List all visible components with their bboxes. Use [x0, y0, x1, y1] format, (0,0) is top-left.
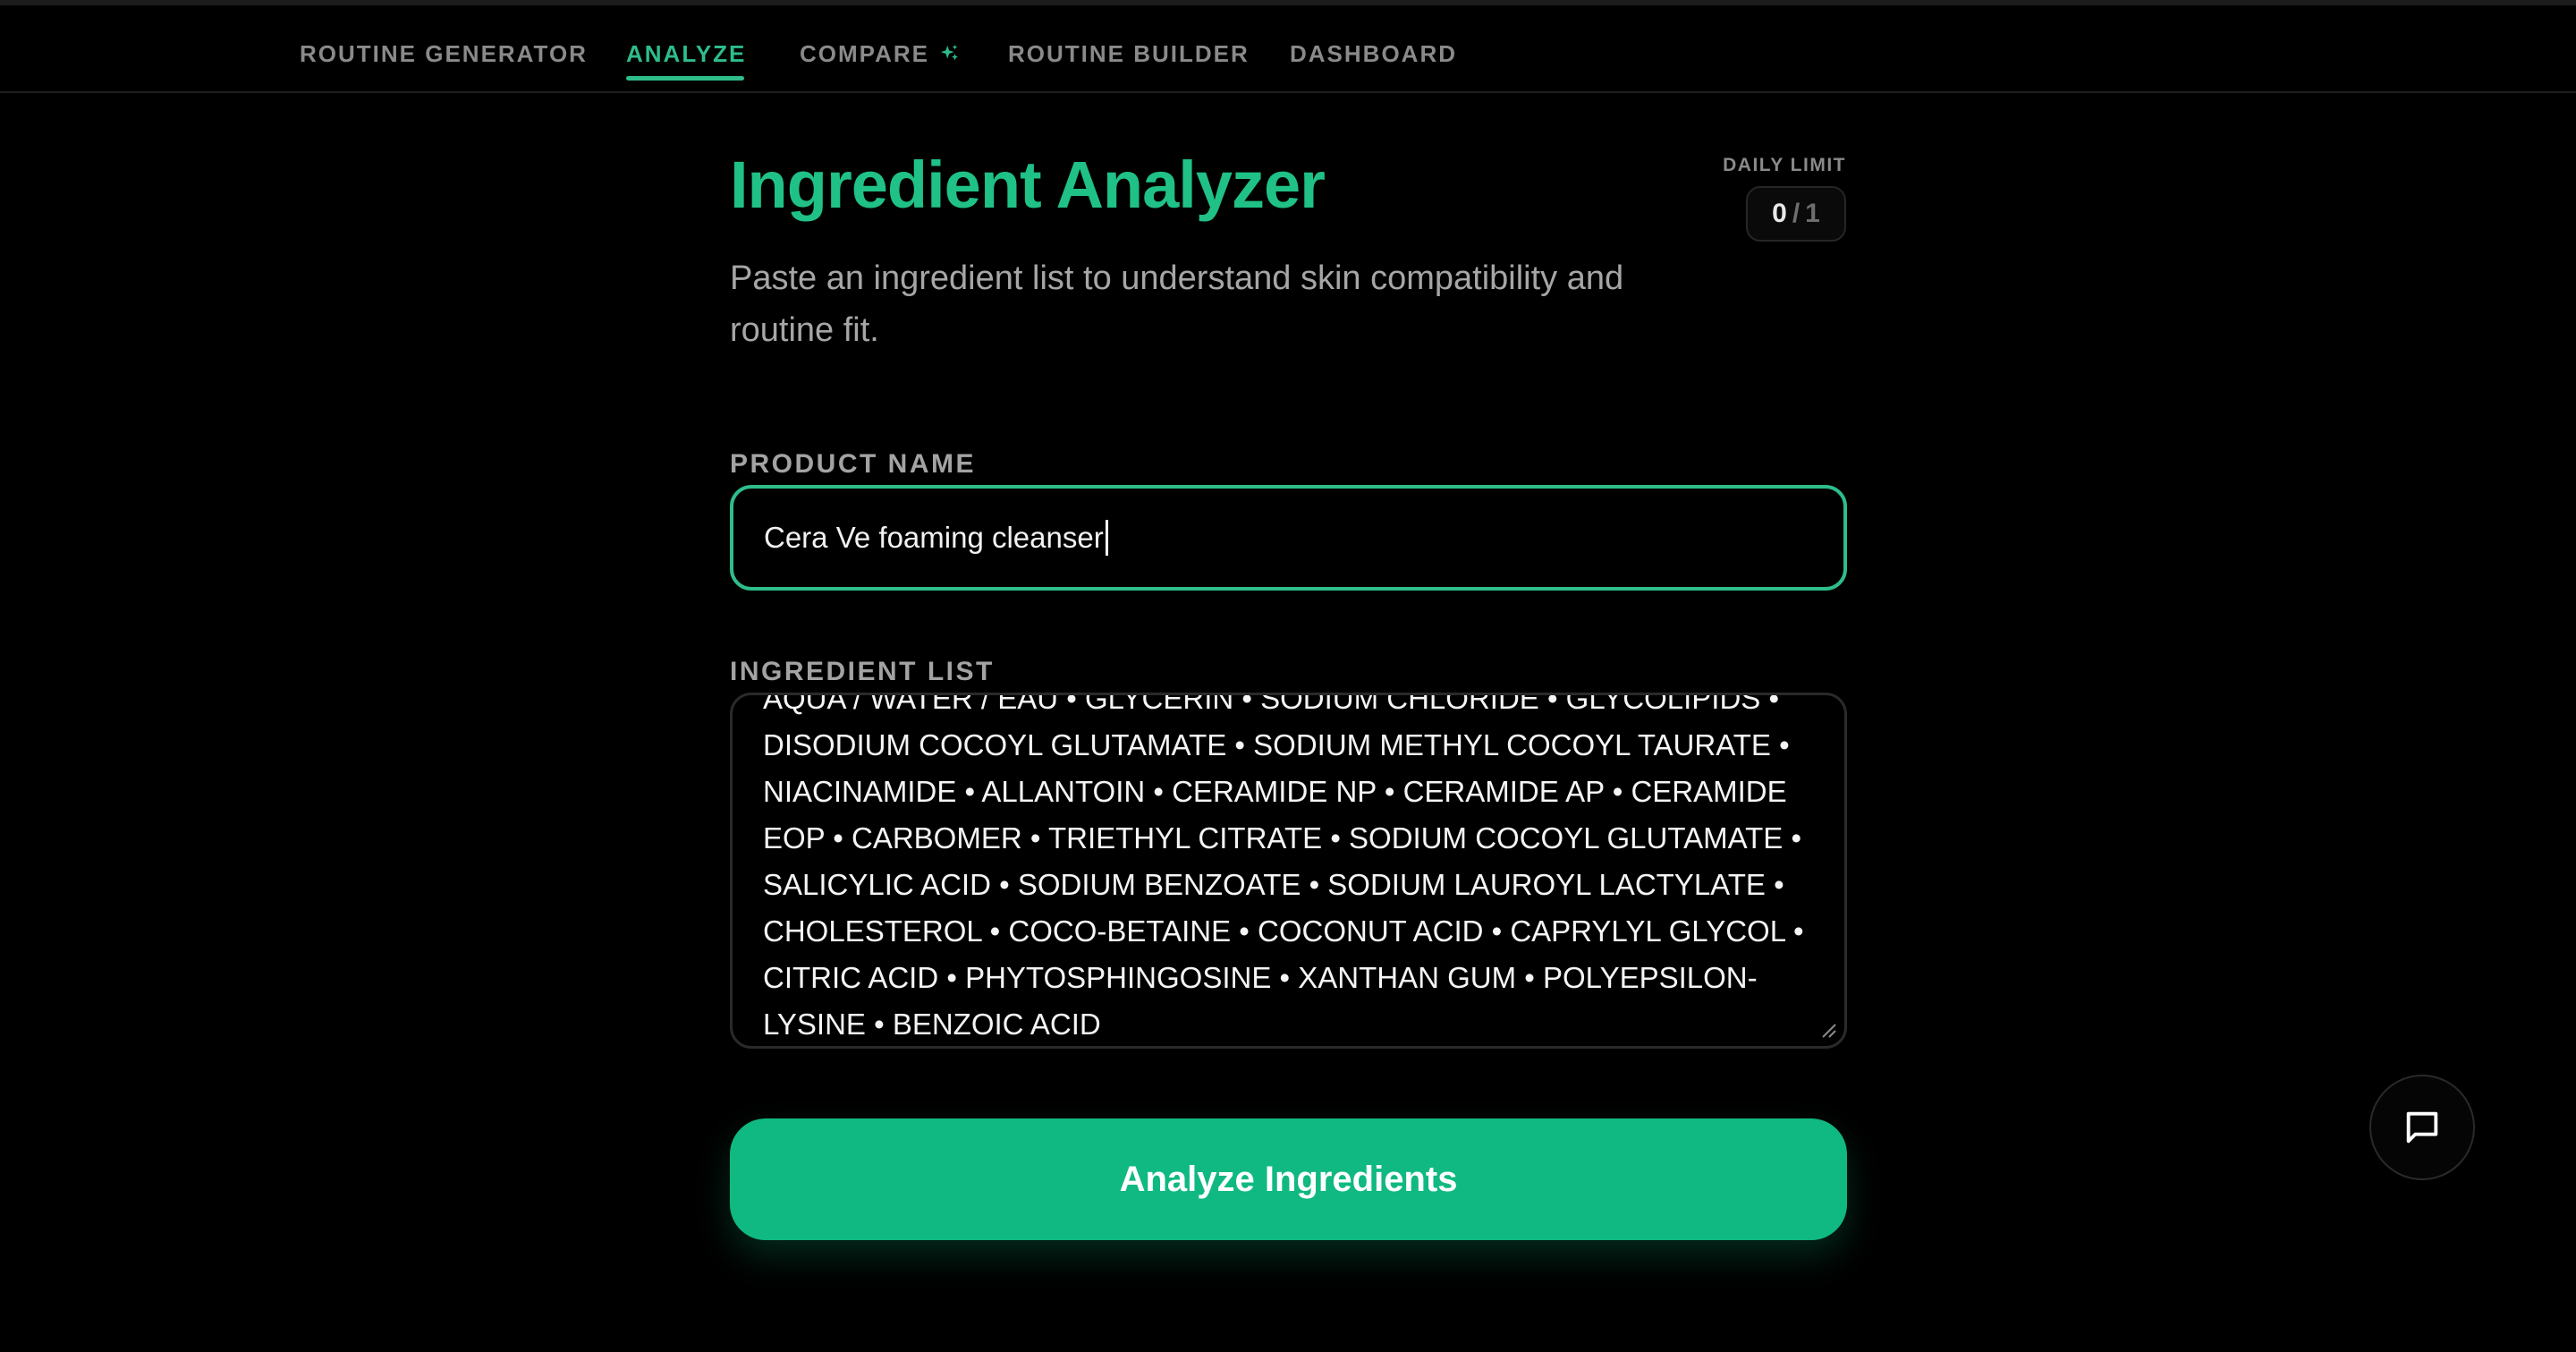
- nav-item-label: ROUTINE BUILDER: [1008, 39, 1250, 67]
- nav-item-analyze[interactable]: ANALYZE: [626, 36, 746, 72]
- chat-bubble-icon: [2406, 1111, 2438, 1144]
- ingredient-list-value: AQUA / WATER / EAU • GLYCERIN • SODIUM C…: [763, 693, 1804, 1041]
- sparkle-icon: [940, 44, 959, 61]
- nav-item-label: COMPARE: [800, 39, 929, 67]
- nav-item-label: ANALYZE: [626, 39, 747, 67]
- daily-limit-total: 1: [1805, 199, 1820, 228]
- page-subtitle: Paste an ingredient list to understand s…: [730, 259, 1624, 349]
- top-nav: ROUTINE GENERATOR ANALYZE COMPARE ROUTIN…: [0, 5, 2576, 93]
- nav-item-routine-generator[interactable]: ROUTINE GENERATOR: [300, 36, 588, 72]
- daily-limit-badge: 0 / 1: [1746, 186, 1846, 242]
- text-caret: [1105, 520, 1108, 556]
- page-title: Ingredient Analyzer: [730, 148, 1326, 222]
- nav-item-routine-builder[interactable]: ROUTINE BUILDER: [1008, 36, 1250, 72]
- nav-item-label: ROUTINE GENERATOR: [300, 39, 588, 67]
- resize-grip-icon[interactable]: [1819, 1021, 1837, 1039]
- daily-limit-used: 0: [1772, 199, 1787, 228]
- product-name-label: PRODUCT NAME: [730, 449, 976, 479]
- nav-item-dashboard[interactable]: DASHBOARD: [1290, 36, 1457, 72]
- chat-button[interactable]: [2369, 1075, 2475, 1180]
- product-name-value: Cera Ve foaming cleanser: [764, 521, 1104, 554]
- active-tab-indicator: [626, 76, 744, 81]
- analyze-ingredients-button[interactable]: Analyze Ingredients: [730, 1118, 1847, 1240]
- nav-item-label: DASHBOARD: [1290, 39, 1457, 67]
- daily-limit-separator: /: [1792, 199, 1801, 228]
- product-name-input[interactable]: Cera Ve foaming cleanser: [730, 485, 1847, 591]
- nav-item-compare[interactable]: COMPARE: [800, 36, 960, 72]
- ingredient-list-textarea[interactable]: AQUA / WATER / EAU • GLYCERIN • SODIUM C…: [730, 693, 1847, 1049]
- daily-limit-label: DAILY LIMIT: [1723, 155, 1846, 175]
- ingredient-list-label: INGREDIENT LIST: [730, 657, 995, 686]
